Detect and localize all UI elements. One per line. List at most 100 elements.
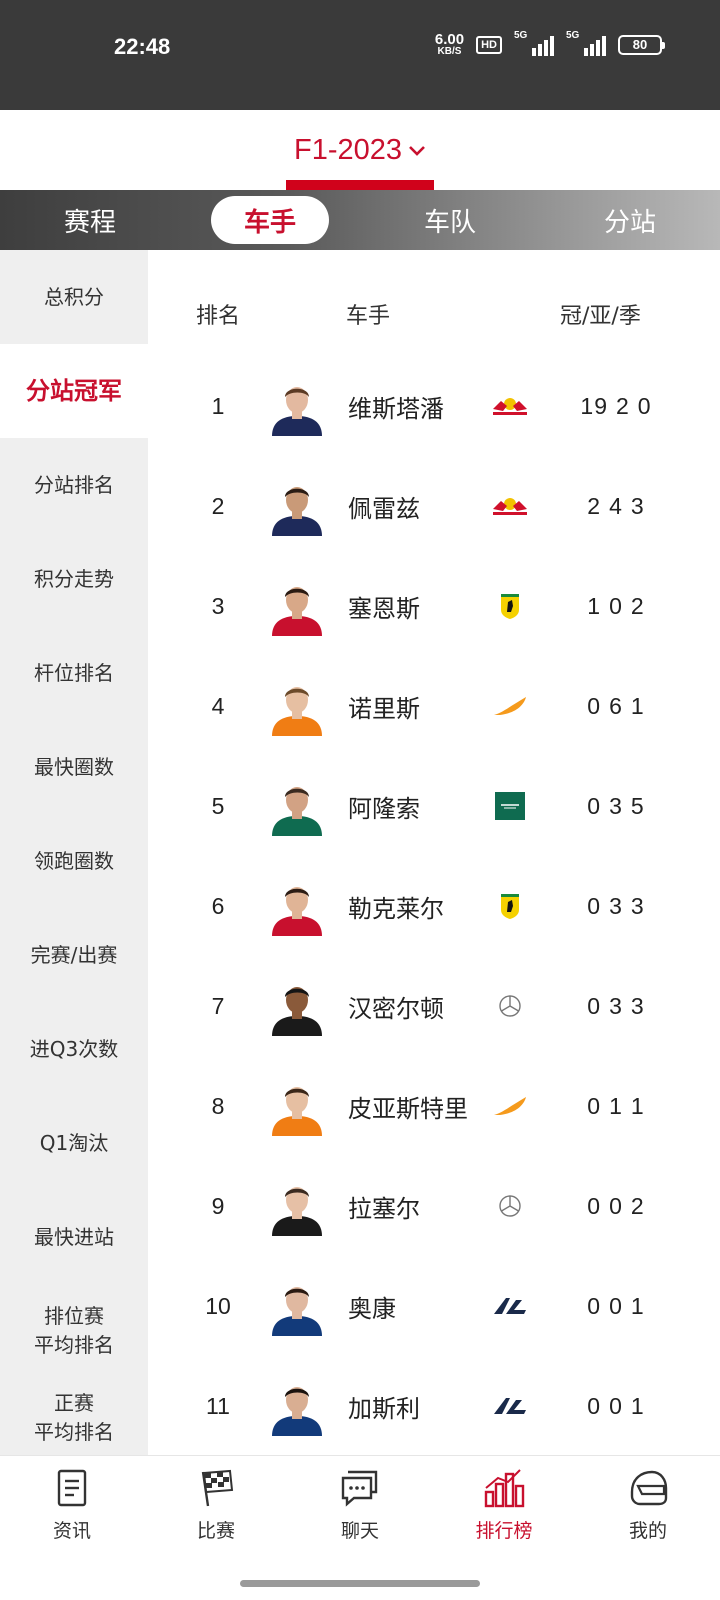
driver-row[interactable]: 11 加斯利 0 0 1 — [148, 1366, 720, 1466]
sidebar-item-quali-avg[interactable]: 排位赛 平均排名 — [0, 1284, 148, 1378]
driver-photo — [272, 487, 322, 536]
second-count: 3 — [609, 792, 623, 819]
nav-rankings[interactable]: 排行榜 — [432, 1456, 576, 1600]
tab-drivers[interactable]: 车手 — [180, 190, 360, 250]
driver-avatar — [268, 1078, 326, 1136]
sidebar-item-fastest-laps[interactable]: 最快圈数 — [0, 720, 148, 814]
driver-row[interactable]: 4 诺里斯 0 6 1 — [148, 666, 720, 766]
second-count: 3 — [609, 992, 623, 1019]
team-logo — [490, 988, 530, 1024]
wins-count: 0 — [587, 1192, 602, 1219]
season-selector[interactable]: F1-2023 — [0, 134, 720, 167]
stats-sidebar: 总积分 分站冠军 分站排名 积分走势 杆位排名 最快圈数 领跑圈数 完赛/出赛 … — [0, 250, 148, 1455]
driver-row[interactable]: 8 皮亚斯特里 0 1 1 — [148, 1066, 720, 1166]
driver-row[interactable]: 7 汉密尔顿 0 3 3 — [148, 966, 720, 1066]
tab-schedule[interactable]: 赛程 — [0, 190, 180, 250]
status-bar: 22:48 6.00 KB/S HD 5G 5G 80 — [0, 0, 720, 110]
second-count: 0 — [609, 1192, 623, 1219]
third-count: 1 — [630, 1292, 645, 1319]
sidebar-item-pole-ranking[interactable]: 杆位排名 — [0, 626, 148, 720]
nav-profile[interactable]: 我的 — [576, 1456, 720, 1600]
driver-name: 佩雷兹 — [348, 494, 420, 523]
driver-name: 塞恩斯 — [348, 594, 420, 623]
driver-rank: 11 — [206, 1392, 230, 1419]
third-count: 1 — [630, 1092, 645, 1119]
driver-row[interactable]: 9 拉塞尔 0 0 2 — [148, 1166, 720, 1266]
sidebar-item-label: 分站排名 — [34, 472, 114, 497]
sidebar-item-race-avg[interactable]: 正赛 平均排名 — [0, 1378, 148, 1458]
driver-photo — [272, 587, 322, 636]
sidebar-item-label: Q1淘汰 — [39, 1130, 109, 1155]
header-stats: 冠/亚/季 — [560, 304, 641, 329]
driver-photo — [272, 687, 322, 736]
driver-avatar — [268, 1278, 326, 1336]
sidebar-item-points-trend[interactable]: 积分走势 — [0, 532, 148, 626]
sidebar-item-finished-started[interactable]: 完赛/出赛 — [0, 908, 148, 1002]
driver-name: 勒克莱尔 — [348, 894, 444, 923]
alpine-logo-icon — [494, 1298, 526, 1314]
driver-podiums: 011 — [566, 1066, 666, 1146]
sidebar-item-q1-out[interactable]: Q1淘汰 — [0, 1096, 148, 1190]
nav-news[interactable]: 资讯 — [0, 1456, 144, 1600]
sidebar-item-race-wins[interactable]: 分站冠军 — [0, 344, 148, 438]
driver-rank: 10 — [205, 1292, 231, 1319]
header-rank: 排名 — [196, 304, 241, 329]
sidebar-item-laps-led[interactable]: 领跑圈数 — [0, 814, 148, 908]
third-count: 1 — [630, 692, 645, 719]
nav-chat[interactable]: 聊天 — [288, 1456, 432, 1600]
tab-label: 车队 — [423, 207, 476, 238]
third-count: 2 — [630, 1192, 645, 1219]
driver-avatar — [268, 778, 326, 836]
driver-avatar — [268, 878, 326, 936]
driver-row[interactable]: 2 佩雷兹 2 4 3 — [148, 466, 720, 566]
sidebar-item-fastest-pit[interactable]: 最快进站 — [0, 1190, 148, 1284]
tab-label: 车手 — [211, 196, 329, 244]
driver-name: 诺里斯 — [348, 694, 420, 723]
sidebar-item-race-ranking[interactable]: 分站排名 — [0, 438, 148, 532]
nav-races[interactable]: 比赛 — [144, 1456, 288, 1600]
driver-row[interactable]: 1 维斯塔潘 19 2 0 — [148, 366, 720, 466]
driver-podiums: 001 — [566, 1366, 666, 1446]
category-tabs: 赛程 车手 车队 分站 — [0, 190, 720, 250]
third-count: 1 — [630, 1392, 645, 1419]
team-logo — [490, 788, 530, 824]
driver-avatar — [268, 678, 326, 736]
driver-rank: 3 — [211, 592, 225, 619]
tab-label: 分站 — [603, 207, 656, 238]
driver-avatar — [268, 1378, 326, 1436]
chevron-down-icon — [408, 140, 426, 163]
driver-rank: 1 — [211, 392, 225, 419]
second-count: 2 — [616, 392, 630, 419]
signal-icon: 5G — [566, 30, 606, 56]
home-indicator[interactable] — [240, 1580, 480, 1587]
battery-level: 80 — [632, 37, 648, 52]
driver-row[interactable]: 10 奥康 0 0 1 — [148, 1266, 720, 1366]
red-bull-logo-icon — [493, 398, 527, 415]
sidebar-item-q3-count[interactable]: 进Q3次数 — [0, 1002, 148, 1096]
alpine-logo-icon — [494, 1398, 526, 1414]
driver-rank: 2 — [211, 492, 225, 519]
wins-count: 0 — [587, 1392, 602, 1419]
tab-rounds[interactable]: 分站 — [540, 190, 720, 250]
driver-podiums: 033 — [566, 866, 666, 946]
season-underline — [286, 180, 434, 190]
driver-avatar — [268, 378, 326, 436]
driver-name: 阿隆索 — [348, 794, 420, 823]
nav-label: 聊天 — [340, 1520, 379, 1542]
driver-row[interactable]: 6 勒克莱尔 0 3 3 — [148, 866, 720, 966]
sidebar-item-total-points[interactable]: 总积分 — [0, 250, 148, 344]
driver-photo — [272, 987, 322, 1036]
team-logo — [490, 1088, 530, 1124]
driver-photo — [272, 1087, 322, 1136]
driver-avatar — [268, 578, 326, 636]
hd-icon: HD — [476, 35, 502, 54]
sidebar-item-label: 积分走势 — [34, 566, 114, 591]
driver-row[interactable]: 5 阿隆索 0 3 5 — [148, 766, 720, 866]
wins-count: 2 — [587, 492, 602, 519]
season-bar: F1-2023 — [0, 110, 720, 190]
mclaren-logo-icon — [494, 1097, 526, 1115]
tab-teams[interactable]: 车队 — [360, 190, 540, 250]
red-bull-logo-icon — [493, 498, 527, 515]
driver-row[interactable]: 3 塞恩斯 1 0 2 — [148, 566, 720, 666]
sidebar-item-label: 进Q3次数 — [29, 1036, 119, 1061]
